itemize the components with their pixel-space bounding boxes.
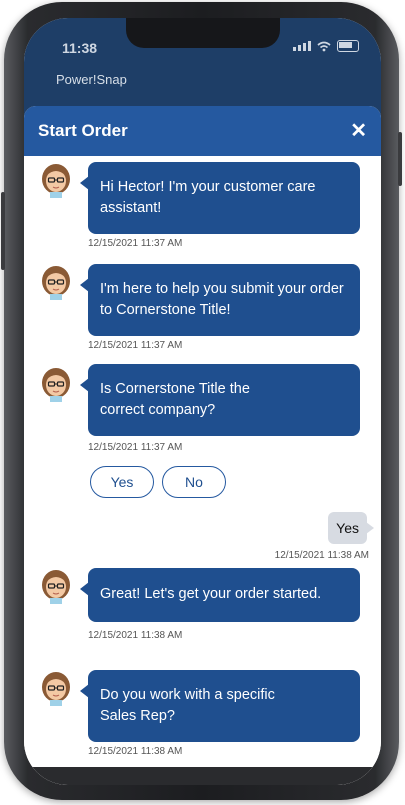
yes-option-button[interactable]: Yes [90, 466, 154, 498]
notch [126, 18, 280, 48]
assistant-avatar-icon [42, 164, 70, 198]
message-timestamp: 12/15/2021 11:37 AM [88, 442, 183, 453]
message-timestamp: 12/15/2021 11:37 AM [88, 238, 183, 249]
assistant-avatar-icon [42, 266, 70, 300]
phone-screen: 11:38 Power!Snap Start Order ✕ Hi Hector… [24, 18, 381, 785]
user-message: Yes [328, 512, 374, 544]
assistant-avatar-icon [42, 368, 70, 402]
message-timestamp: 12/15/2021 11:38 AM [88, 746, 183, 757]
assistant-avatar-icon [42, 672, 70, 706]
start-order-modal: Start Order ✕ Hi Hector! I'm your custom… [24, 106, 381, 785]
close-button[interactable]: ✕ [350, 121, 367, 141]
message-timestamp: 12/15/2021 11:37 AM [88, 340, 183, 351]
message-timestamp: 12/15/2021 11:38 AM [88, 630, 183, 641]
bot-message: I'm here to help you submit your order t… [80, 264, 360, 336]
chat-thread[interactable]: Hi Hector! I'm your customer care assist… [24, 156, 381, 785]
power-button [398, 132, 402, 186]
volume-button [1, 192, 5, 270]
bot-message: Hi Hector! I'm your customer care assist… [80, 162, 360, 234]
no-option-button[interactable]: No [162, 466, 226, 498]
phone-frame: 11:38 Power!Snap Start Order ✕ Hi Hector… [1, 2, 402, 800]
status-icons [293, 40, 359, 52]
modal-title: Start Order [38, 121, 128, 140]
battery-icon [337, 40, 359, 52]
bot-message: Is Cornerstone Title the correct company… [80, 364, 360, 436]
status-time: 11:38 [62, 40, 98, 56]
wifi-icon [317, 41, 331, 51]
signal-icon [293, 41, 311, 51]
modal-header: Start Order ✕ [24, 106, 381, 156]
bot-message: Do you work with a specific Sales Rep? [80, 670, 360, 742]
app-name: Power!Snap [56, 72, 127, 87]
bot-message: Great! Let's get your order started. [80, 568, 360, 622]
assistant-avatar-icon [42, 570, 70, 604]
message-timestamp: 12/15/2021 11:38 AM [274, 550, 369, 561]
status-bar: 11:38 [24, 18, 381, 78]
bottom-bezel [24, 767, 381, 785]
